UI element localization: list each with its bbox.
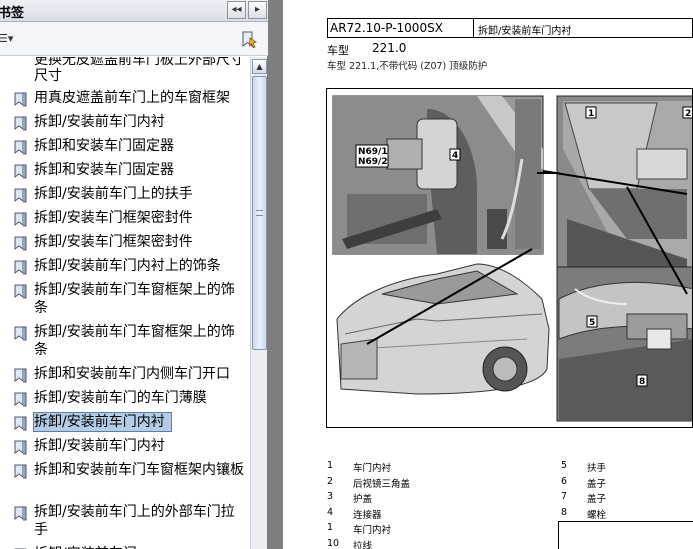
bookmark-item[interactable]: 拆卸/安装前车门上的扶手 [14,185,248,207]
collapse-panel-button[interactable]: ◂◂ [227,1,246,19]
bookmark-item[interactable]: 拆卸和安装车门固定器 [14,137,248,159]
model-value: 221.0 [372,41,407,55]
bookmark-icon [14,140,27,156]
bookmarks-panel: 书签 ◂◂ ▸ ☰▾ 更换无皮遮盖前车门板上外部尺寸 尺寸 用真皮遮盖前车门上的车窗… [0,0,268,549]
bookmark-icon [14,236,27,252]
bookmark-label: 拆卸/安装前车门内衬 [33,412,172,432]
bookmark-icon [14,464,27,480]
bookmark-icon [14,116,27,132]
bookmark-label: 拆卸/安装前车门 [34,545,137,549]
panel-title: 书签 [0,6,25,21]
bookmark-item[interactable]: 拆卸/安装前车门内衬 [14,113,248,135]
scroll-grip-icon [256,210,263,216]
bookmark-icon [14,164,27,180]
bookmark-label: 拆卸和安装车门固定器 [34,162,174,178]
bookmark-item[interactable]: 拆卸和安装车门固定器 [14,161,248,183]
bookmark-label: 拆卸和安装车门固定器 [34,138,174,154]
options-menu-button[interactable]: ☰▾ [0,32,13,45]
panel-menu-button[interactable]: ▸ [248,1,267,19]
bookmark-label: 拆卸/安装前车门的车门薄膜 [34,390,207,406]
bookmark-label: 拆卸和安装前车门内侧车门开口 [34,366,230,382]
bookmark-item[interactable]: 拆卸/安装前车门的车门薄膜 [14,389,248,411]
label-n69-2: N69/2 [358,157,388,167]
bookmark-item-selected[interactable]: 拆卸/安装前车门内衬 [14,412,248,435]
bookmark-item[interactable]: 拆卸和安装前车门内侧车门开口 [14,365,248,387]
bookmark-icon [14,188,27,204]
bookmarks-scrollbar[interactable]: ▲ [250,57,267,549]
bookmark-icon [14,326,27,342]
bookmark-label: 拆卸/安装前车门上的外部车门拉手 [34,504,235,538]
label-n69-1: N69/1 [358,147,388,157]
bookmark-item[interactable]: 拆卸/安装车门框架密封件 [14,233,248,255]
bookmark-item[interactable]: 拆卸和安装前车门车窗框架内镶板 [14,461,248,501]
bookmark-label: 尺寸 [34,68,62,84]
bookmark-item[interactable]: 拆卸/安装前车门内衬上的饰条 [14,257,248,279]
bookmark-icon [14,392,27,408]
bookmark-item[interactable]: 拆卸/安装前车门上的外部车门拉手 [14,503,248,543]
bookmark-label: 拆卸/安装前车门内衬上的饰条 [34,258,221,274]
bookmark-icon [14,506,27,522]
bookmark-label: 拆卸/安装前车门内衬 [34,114,165,130]
bookmark-icon [14,440,27,456]
bookmark-icon [14,260,27,276]
scroll-thumb[interactable] [252,76,267,350]
document-header-box: AR72.10-P-1000SX 拆卸/安装前车门内衬 [327,18,693,38]
car-illustration [336,263,550,395]
bookmark-label: 拆卸/安装前车门内衬 [34,438,165,454]
door-trim-illustration: N69/1 N69/2 4 1 2 5 8 [326,88,693,428]
panel-header: 书签 ◂◂ ▸ [0,0,268,22]
document-title: 拆卸/安装前车门内衬 [478,26,572,37]
bookmark-label: 拆卸/安装车门框架密封件 [34,234,193,250]
bookmark-label: 拆卸/安装前车门上的扶手 [34,186,193,202]
door-closeup-panel [332,95,544,255]
bookmark-label: 用真皮遮盖前车门上的车窗框架 [34,90,230,106]
label-5: 5 [589,318,595,328]
bookmarks-toolbar: ☰▾ [0,22,268,56]
bookmark-icon [14,416,27,432]
bookmark-item[interactable]: 尺寸 [14,67,248,89]
header-divider [473,19,474,37]
bookmark-list: 更换无皮遮盖前车门板上外部尺寸 尺寸 用真皮遮盖前车门上的车窗框架 拆卸/安装前车门内… [0,57,250,549]
bookmark-item[interactable]: 拆卸/安装前车门车窗框架上的饰条 [14,323,248,363]
bookmark-item[interactable]: 拆卸/安装车门框架密封件 [14,209,248,231]
bookmark-item[interactable]: 拆卸/安装前车门内衬 [14,437,248,459]
bookmark-icon [14,212,27,228]
label-2: 2 [685,109,691,119]
bookmark-label: 拆卸/安装车门框架密封件 [34,210,193,226]
new-bookmark-icon[interactable] [240,30,260,50]
armrest-panel [556,266,692,422]
bookmark-label: 拆卸和安装前车门车窗框架内镶板 [34,462,244,478]
bookmark-icon [14,368,27,384]
bookmark-item[interactable]: 用真皮遮盖前车门上的车窗框架 [14,89,248,111]
model-label: 车型 [327,44,349,57]
bookmark-item[interactable]: 拆卸/安装前车门 [14,545,248,549]
bookmark-label: 拆卸/安装前车门车窗框架上的饰条 [34,324,235,358]
document-code: AR72.10-P-1000SX [330,21,443,35]
bookmark-icon [14,92,27,108]
bookmark-label: 拆卸/安装前车门车窗框架上的饰条 [34,282,235,316]
bookmark-item[interactable]: 拆卸/安装前车门车窗框架上的饰条 [14,281,248,321]
bookmark-icon [14,284,27,300]
model-line-2: 车型 221.1,不带代码 (Z07) 顶级防护 [327,61,488,72]
scroll-up-button[interactable]: ▲ [252,59,267,74]
label-4: 4 [452,151,458,161]
label-1: 1 [588,109,594,119]
label-8: 8 [639,377,645,387]
